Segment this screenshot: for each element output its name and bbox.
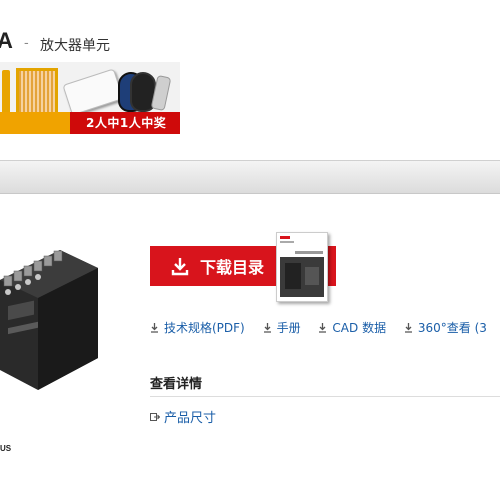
section-band — [0, 160, 500, 194]
product-model-title: A — [0, 28, 13, 53]
download-icon — [319, 322, 327, 333]
banner-promo-text: 2人中1人中奖 — [86, 116, 167, 130]
title-separator: - — [24, 36, 29, 51]
banner-strip-accent — [0, 112, 70, 134]
download-catalog-label: 下载目录 — [200, 258, 265, 277]
spec-pdf-label: 技术规格(PDF) — [164, 321, 245, 335]
dimensions-link[interactable]: 产品尺寸 — [150, 407, 216, 426]
manual-label: 手册 — [276, 321, 301, 335]
view-360-label: 360°查看 (3 — [417, 321, 487, 335]
light-curtain-image — [16, 68, 58, 116]
view-360-link[interactable]: 360°查看 (3 — [404, 319, 487, 336]
resource-links: 技术规格(PDF) 手册 CAD 数据 360°查看 (3 — [150, 319, 500, 336]
catalog-thumbnail[interactable] — [276, 232, 328, 302]
amplifier-unit-image — [0, 250, 98, 390]
download-icon — [171, 258, 189, 276]
spec-pdf-link[interactable]: 技术规格(PDF) — [150, 319, 245, 336]
download-icon — [151, 322, 158, 333]
details-heading: 查看详情 — [150, 377, 203, 392]
cad-data-label: CAD 数据 — [332, 321, 387, 335]
product-category-subtitle: 放大器单元 — [40, 38, 110, 54]
download-icon — [263, 322, 271, 333]
promo-banner[interactable]: 2人中1人中奖 — [0, 62, 180, 134]
portable-drive-image — [62, 68, 124, 116]
arrow-right-icon — [150, 412, 160, 421]
details-divider — [150, 396, 500, 397]
download-icon — [404, 322, 412, 333]
cad-data-link[interactable]: CAD 数据 — [318, 319, 386, 336]
manual-link[interactable]: 手册 — [263, 319, 301, 336]
product-image-caption: US — [0, 444, 12, 453]
dimensions-label: 产品尺寸 — [164, 411, 217, 426]
